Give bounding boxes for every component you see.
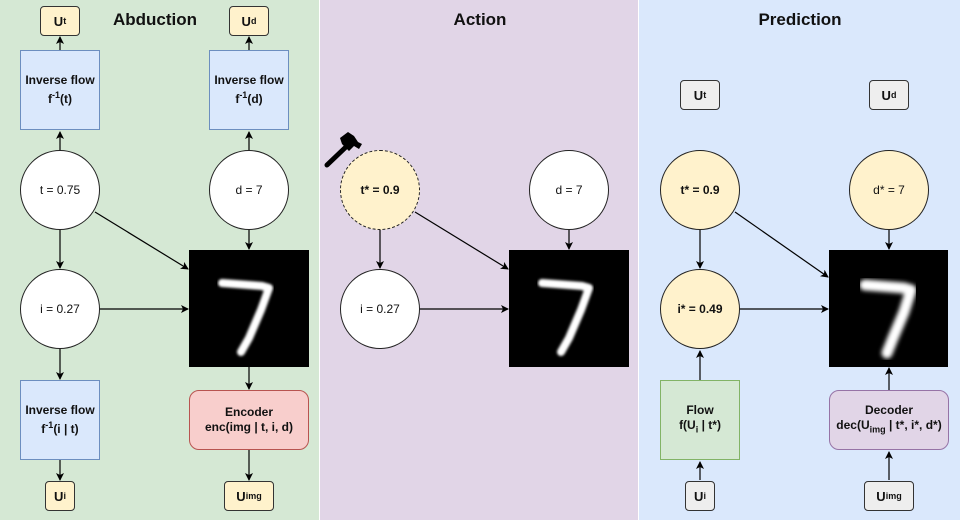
noise-base: U	[241, 13, 251, 29]
counterfactual-intensity-node: i* = 0.49	[660, 269, 740, 349]
fn-post: | t*, i*, d*)	[885, 417, 942, 432]
noise-base: U	[54, 488, 64, 504]
noise-sub: img	[885, 490, 902, 501]
digit-node: d = 7	[209, 150, 289, 230]
box-title: Flow	[686, 402, 714, 417]
fn-arg: (i | t)	[53, 422, 79, 436]
box-title: Inverse flow	[25, 73, 95, 87]
box-title: Inverse flow	[214, 73, 284, 87]
inverse-flow-i-box: Inverse flow f-1(i | t)	[20, 380, 100, 460]
mnist-image-action	[509, 250, 629, 367]
noise-base: U	[876, 488, 886, 504]
prediction-title: Prediction	[758, 10, 842, 29]
action-title: Action	[453, 10, 507, 29]
noise-ut-node: Ut	[40, 6, 80, 36]
noise-ui-node-pred: Ui	[685, 481, 715, 511]
intensity-node: i = 0.27	[20, 269, 100, 349]
intensity-node-action: i = 0.27	[340, 269, 420, 349]
noise-sub: d	[890, 89, 897, 100]
noise-base: U	[694, 488, 704, 504]
box-formula: enc(img | t, i, d)	[204, 420, 294, 434]
thickness-node: t = 0.75	[20, 150, 100, 230]
noise-base: U	[53, 13, 64, 29]
noise-sub: t	[63, 15, 67, 26]
fn-arg: (t)	[60, 92, 72, 106]
noise-sub: i	[63, 490, 66, 501]
encoder-box: Encoder enc(img | t, i, d)	[189, 390, 309, 450]
flow-box: Flow f(Ui | t*)	[660, 380, 740, 460]
digit-seven-glyph	[859, 279, 917, 359]
noise-ui-node: Ui	[45, 481, 75, 511]
fn-post: | t*)	[698, 417, 721, 432]
noise-uimg-node-pred: Uimg	[864, 481, 914, 511]
decoder-box: Decoder dec(Uimg | t*, i*, d*)	[829, 390, 949, 450]
noise-base: U	[693, 87, 704, 103]
inverse-flow-d-box: Inverse flow f-1(d)	[209, 50, 289, 130]
noise-ud-node-pred: Ud	[869, 80, 909, 110]
counterfactual-digit-node: d* = 7	[849, 150, 929, 230]
fn-arg: (d)	[247, 92, 263, 106]
noise-base: U	[236, 488, 246, 504]
fn-pre: f(U	[679, 417, 696, 432]
noise-sub: i	[703, 490, 706, 501]
mnist-image-observed	[189, 250, 309, 367]
box-title: Decoder	[864, 402, 913, 417]
inverse-flow-t-box: Inverse flow f-1(t)	[20, 50, 100, 130]
noise-sub: t	[703, 89, 707, 100]
noise-sub: d	[250, 15, 257, 26]
digit-seven-glyph	[218, 279, 273, 356]
fn-sub: img	[869, 424, 886, 435]
box-title: Encoder	[224, 405, 273, 419]
box-title: Inverse flow	[25, 403, 95, 417]
counterfactual-thickness-node: t* = 0.9	[660, 150, 740, 230]
noise-base: U	[881, 87, 891, 103]
fn-pre: dec(U	[836, 417, 870, 432]
noise-ud-node: Ud	[229, 6, 269, 36]
mnist-image-counterfactual	[829, 250, 948, 367]
intervened-thickness-node: t* = 0.9	[340, 150, 420, 230]
noise-ut-node-pred: Ut	[680, 80, 720, 110]
abduction-title: Abduction	[112, 10, 198, 29]
digit-node-action: d = 7	[529, 150, 609, 230]
fn-sup: -1	[51, 90, 60, 100]
noise-sub: img	[245, 490, 262, 501]
noise-uimg-node: Uimg	[224, 481, 274, 511]
digit-seven-glyph	[538, 279, 593, 356]
